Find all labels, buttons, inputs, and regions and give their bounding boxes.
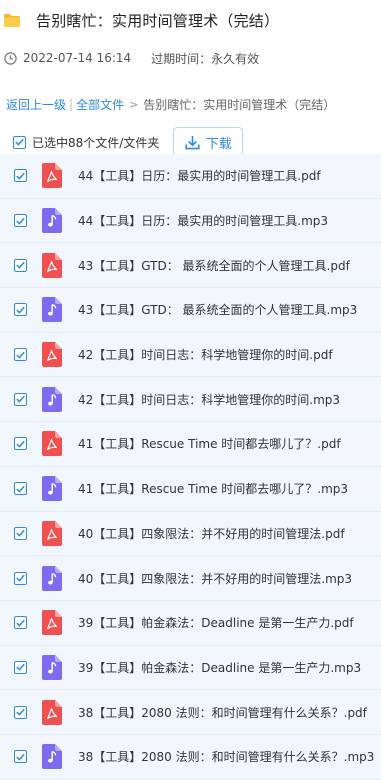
file-row[interactable]: 44【工具】日历：最实用的时间管理工具.mp3 [0,198,381,244]
file-checkbox[interactable] [14,348,27,362]
all-files-link[interactable]: 全部文件 [76,96,124,113]
file-name: 40【工具】四象限法：并不好用的时间管理法.pdf [78,526,345,541]
file-checkbox[interactable] [14,705,27,719]
file-checkbox[interactable] [14,616,27,630]
breadcrumb-current: 告别瞎忙：实用时间管理术（完结） [143,97,336,112]
file-checkbox[interactable] [14,258,27,272]
back-link[interactable]: 返回上一级 [6,96,66,113]
pdf-file-icon [42,252,62,278]
download-icon [185,135,200,150]
file-row[interactable]: 38【工具】2080 法则：和时间管理有什么关系？.mp3 [0,734,381,780]
share-date: 2022-07-14 16:14 [23,51,132,65]
file-name: 44【工具】日历：最实用的时间管理工具.mp3 [78,214,329,229]
file-row[interactable]: 41【工具】Rescue Time 时间都去哪儿了？.pdf [0,422,381,467]
file-name: 43【工具】GTD： 最系统全面的个人管理工具.mp3 [78,303,358,318]
file-row[interactable]: 42【工具】时间日志：科学地管理你的时间.mp3 [0,377,381,423]
file-checkbox[interactable] [14,169,27,183]
download-label: 下载 [205,136,232,152]
pdf-file-icon [42,163,62,189]
file-row[interactable]: 44【工具】日历：最实用的时间管理工具.pdf [0,154,381,199]
pdf-file-icon [42,520,62,546]
file-checkbox[interactable] [14,437,27,451]
audio-file-icon [42,654,62,680]
breadcrumb-separator: | [69,97,74,111]
folder-icon [4,14,20,27]
file-row[interactable]: 40【工具】四象限法：并不好用的时间管理法.mp3 [0,556,381,601]
file-checkbox[interactable] [14,392,27,406]
pdf-file-icon [42,610,62,636]
page-title: 告别瞎忙：实用时间管理术（完结） [36,11,280,30]
file-name: 41【工具】Rescue Time 时间都去哪儿了？.mp3 [78,482,349,497]
breadcrumb-arrow-icon: > [129,97,139,111]
file-name: 42【工具】时间日志：科学地管理你的时间.pdf [78,348,333,363]
audio-file-icon [42,208,62,234]
expire-text: 过期时间：永久有效 [151,51,260,66]
file-checkbox[interactable] [14,750,27,764]
file-row[interactable]: 38【工具】2080 法则：和时间管理有什么关系？.pdf [0,690,381,735]
file-checkbox[interactable] [14,660,27,674]
file-row[interactable]: 42【工具】时间日志：科学地管理你的时间.pdf [0,332,381,378]
file-checkbox[interactable] [14,571,27,585]
file-row[interactable]: 39【工具】帕金森法：Deadline 是第一生产力.mp3 [0,645,381,691]
file-checkbox[interactable] [14,482,27,496]
audio-file-icon [42,744,62,770]
file-checkbox[interactable] [14,526,27,540]
audio-file-icon [42,386,62,412]
file-row[interactable]: 40【工具】四象限法：并不好用的时间管理法.pdf [0,511,381,557]
file-row[interactable]: 43【工具】GTD： 最系统全面的个人管理工具.pdf [0,243,381,289]
file-name: 39【工具】帕金森法：Deadline 是第一生产力.mp3 [78,660,362,675]
page-header: 告别瞎忙：实用时间管理术（完结） [0,0,381,40]
pdf-file-icon [42,699,62,725]
file-name: 42【工具】时间日志：科学地管理你的时间.mp3 [78,392,341,407]
download-button[interactable]: 下载 [173,127,244,157]
select-all-checkbox[interactable] [13,135,26,149]
file-list: 44【工具】日历：最实用的时间管理工具.pdf 44【工具】日历：最实用的时间管理… [0,154,381,780]
share-meta: 2022-07-14 16:14 过期时间：永久有效 [0,40,381,76]
file-row[interactable]: 39【工具】帕金森法：Deadline 是第一生产力.pdf [0,600,381,646]
clock-icon [4,51,17,65]
audio-file-icon [42,476,62,502]
file-name: 38【工具】2080 法则：和时间管理有什么关系？.pdf [78,705,367,720]
pdf-file-icon [42,431,62,457]
pdf-file-icon [42,342,62,368]
file-name: 43【工具】GTD： 最系统全面的个人管理工具.pdf [78,258,350,273]
file-checkbox[interactable] [14,303,27,317]
file-row[interactable]: 41【工具】Rescue Time 时间都去哪儿了？.mp3 [0,466,381,512]
file-name: 41【工具】Rescue Time 时间都去哪儿了？.pdf [78,437,341,452]
file-row[interactable]: 43【工具】GTD： 最系统全面的个人管理工具.mp3 [0,288,381,333]
file-checkbox[interactable] [14,214,27,228]
file-name: 39【工具】帕金森法：Deadline 是第一生产力.pdf [78,616,354,631]
file-name: 40【工具】四象限法：并不好用的时间管理法.mp3 [78,571,353,586]
audio-file-icon [42,565,62,591]
selection-count: 已选中88个文件/文件夹 [32,135,160,150]
file-name: 44【工具】日历：最实用的时间管理工具.pdf [78,169,321,184]
audio-file-icon [42,297,62,323]
